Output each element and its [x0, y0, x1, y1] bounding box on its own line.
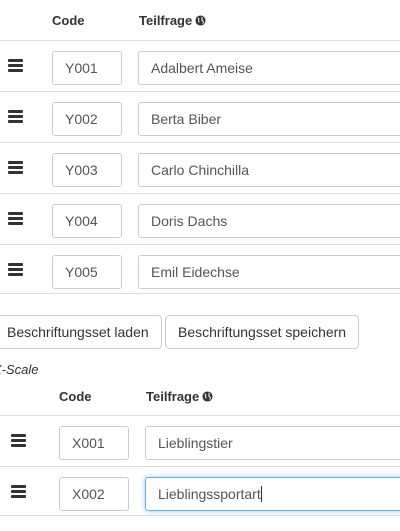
code-input[interactable]: Y003 — [52, 153, 122, 187]
text-caret — [260, 486, 262, 502]
subquestion-input[interactable]: Adalbert Ameise — [138, 51, 400, 85]
bars-icon[interactable] — [8, 263, 23, 276]
code-column-header: Code — [59, 389, 92, 404]
subquestion-input[interactable]: Emil Eidechse — [138, 255, 400, 289]
table-row: Y001 Adalbert Ameise — [0, 40, 400, 90]
subquestion-input-value: Lieblingssportart — [158, 486, 261, 502]
code-input[interactable]: X002 — [59, 477, 129, 511]
subquestion-input[interactable]: Lieblingstier — [145, 426, 400, 460]
table-row: Y003 Carlo Chinchilla — [0, 142, 400, 192]
subquestion-input-focused[interactable]: Lieblingssportart — [145, 477, 400, 511]
bars-icon[interactable] — [8, 110, 23, 123]
subquestion-input[interactable]: Berta Biber — [138, 102, 400, 136]
subquestion-column-header-label: Teilfrage — [139, 13, 193, 28]
save-labelset-button[interactable]: Beschriftungsset speichern — [165, 315, 360, 349]
x-scale-label: X-Scale — [0, 362, 39, 377]
code-column-header: Code — [52, 13, 85, 28]
code-input[interactable]: X001 — [59, 426, 129, 460]
code-input[interactable]: Y002 — [52, 102, 122, 136]
table-row: Y004 Doris Dachs — [0, 193, 400, 243]
bars-icon[interactable] — [8, 161, 23, 174]
subquestion-editor: Code Teilfrage Y001 Adalbert Ameise Y002… — [0, 0, 400, 531]
bars-icon[interactable] — [11, 434, 26, 447]
table-row: X001 Lieblingstier — [0, 415, 400, 465]
code-input[interactable]: Y001 — [52, 51, 122, 85]
bars-icon[interactable] — [8, 212, 23, 225]
subquestion-input[interactable]: Doris Dachs — [138, 204, 400, 238]
table-row: Y002 Berta Biber — [0, 91, 400, 141]
load-labelset-button[interactable]: Beschriftungsset laden — [0, 315, 162, 349]
code-input[interactable]: Y004 — [52, 204, 122, 238]
subquestion-input[interactable]: Carlo Chinchilla — [138, 153, 400, 187]
subquestion-column-header-label: Teilfrage — [146, 389, 200, 404]
subquestion-column-header: Teilfrage — [146, 389, 213, 404]
code-input[interactable]: Y005 — [52, 255, 122, 289]
bars-icon[interactable] — [11, 485, 26, 498]
globe-icon — [202, 391, 213, 402]
subquestion-column-header: Teilfrage — [139, 13, 206, 28]
table-row: Y005 Emil Eidechse — [0, 244, 400, 294]
table-row: X002 Lieblingssportart — [0, 466, 400, 516]
bars-icon[interactable] — [8, 59, 23, 72]
globe-icon — [195, 15, 206, 26]
